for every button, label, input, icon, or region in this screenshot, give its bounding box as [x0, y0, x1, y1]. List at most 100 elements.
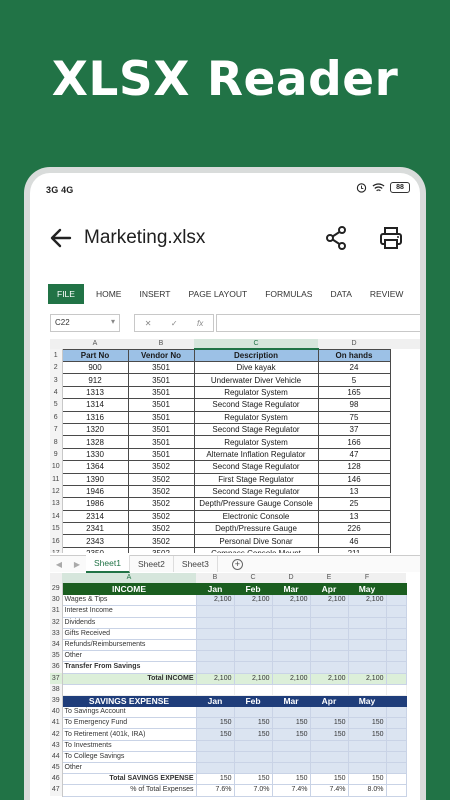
sheet-tab-sheet3[interactable]: Sheet3 — [174, 556, 218, 572]
value-cell[interactable] — [385, 661, 407, 674]
data-cell[interactable]: Regulator System — [193, 410, 319, 424]
ribbon-tab-review[interactable]: REVIEW — [361, 284, 413, 304]
data-cell[interactable]: 211 — [317, 546, 391, 553]
value-cell[interactable]: 2,100 — [309, 594, 349, 607]
empty-cell[interactable] — [390, 448, 420, 460]
value-cell[interactable] — [347, 627, 387, 640]
empty-cell[interactable] — [195, 683, 235, 696]
data-cell[interactable]: 2350 — [61, 546, 129, 553]
value-cell[interactable] — [309, 650, 349, 663]
data-cell[interactable]: Depth/Pressure Gauge — [193, 522, 319, 536]
back-arrow-icon[interactable] — [48, 225, 74, 251]
sheet-tab-sheet2[interactable]: Sheet2 — [130, 556, 174, 572]
data-cell[interactable]: 3502 — [127, 522, 195, 536]
value-cell[interactable]: 150 — [233, 773, 273, 786]
value-cell[interactable] — [271, 627, 311, 640]
value-cell[interactable]: 150 — [271, 728, 311, 741]
value-cell[interactable] — [309, 706, 349, 719]
value-cell[interactable] — [347, 616, 387, 629]
row-label[interactable]: Dividends — [61, 616, 197, 629]
empty-cell[interactable] — [233, 683, 273, 696]
empty-cell[interactable] — [390, 399, 420, 411]
data-cell[interactable]: Second Stage Regulator — [193, 484, 319, 499]
add-sheet-icon[interactable]: + — [231, 558, 243, 570]
value-cell[interactable]: 150 — [347, 773, 387, 786]
value-cell[interactable] — [233, 706, 273, 719]
data-cell[interactable]: 3501 — [127, 373, 195, 387]
value-cell[interactable] — [385, 638, 407, 652]
row-number[interactable]: 33 — [50, 628, 63, 640]
ribbon-tab-file[interactable]: FILE — [48, 284, 84, 304]
row-number[interactable]: 8 — [50, 435, 63, 449]
value-cell[interactable] — [385, 706, 407, 719]
value-cell[interactable] — [385, 650, 407, 663]
data-cell[interactable]: 2343 — [61, 534, 129, 548]
row-number[interactable]: 36 — [50, 661, 63, 673]
value-cell[interactable] — [195, 706, 235, 719]
data-cell[interactable]: Regulator System — [193, 385, 319, 400]
value-cell[interactable]: 150 — [271, 717, 311, 730]
column-header[interactable]: A — [62, 339, 128, 349]
value-cell[interactable]: 150 — [309, 728, 349, 741]
header-cell[interactable]: On hands — [317, 348, 391, 362]
empty-cell[interactable] — [390, 485, 420, 497]
row-number[interactable]: 30 — [50, 594, 63, 606]
data-cell[interactable]: 3501 — [127, 422, 195, 437]
data-cell[interactable]: Regulator System — [193, 435, 319, 449]
value-cell[interactable]: 150 — [309, 717, 349, 730]
sheet2-grid[interactable]: A B C D E F 29 INCOME Jan Feb Mar Apr May 30 Wages & T… — [50, 573, 420, 800]
column-header[interactable]: F — [348, 573, 386, 584]
row-label[interactable]: Total INCOME — [61, 672, 197, 685]
value-cell[interactable] — [271, 739, 311, 752]
empty-cell[interactable] — [390, 436, 420, 448]
data-cell[interactable]: 75 — [317, 410, 391, 424]
ribbon-tab-formulas[interactable]: FORMULAS — [256, 284, 321, 304]
value-cell[interactable] — [347, 750, 387, 764]
data-cell[interactable]: 3501 — [127, 398, 195, 412]
value-cell[interactable]: 150 — [233, 728, 273, 741]
data-cell[interactable]: 98 — [317, 398, 391, 412]
data-cell[interactable]: 2341 — [61, 522, 129, 536]
empty-cell[interactable] — [390, 473, 420, 485]
data-cell[interactable]: 3502 — [127, 546, 195, 553]
month-header[interactable]: Jan — [195, 694, 235, 708]
value-cell[interactable] — [385, 594, 407, 607]
value-cell[interactable] — [309, 627, 349, 640]
data-cell[interactable]: Underwater Diver Vehicle — [193, 373, 319, 387]
row-label[interactable]: To Retirement (401k, IRA) — [61, 728, 197, 741]
value-cell[interactable] — [195, 650, 235, 663]
ribbon-tab-insert[interactable]: INSERT — [130, 284, 179, 304]
value-cell[interactable] — [195, 605, 235, 618]
row-number[interactable]: 2 — [50, 361, 63, 374]
data-cell[interactable]: 37 — [317, 422, 391, 437]
row-number[interactable]: 29 — [50, 583, 63, 595]
row-number[interactable]: 44 — [50, 751, 63, 763]
value-cell[interactable]: 2,100 — [195, 594, 235, 607]
row-number[interactable]: 42 — [50, 728, 63, 741]
value-cell[interactable] — [385, 616, 407, 629]
data-cell[interactable]: Dive kayak — [193, 360, 319, 375]
value-cell[interactable]: 7.4% — [271, 784, 311, 797]
row-label[interactable]: Transfer From Savings — [61, 661, 197, 674]
row-label[interactable]: Interest Income — [61, 605, 197, 618]
value-cell[interactable]: 150 — [347, 717, 387, 730]
value-cell[interactable] — [385, 761, 407, 775]
value-cell[interactable]: 2,100 — [195, 672, 235, 685]
value-cell[interactable] — [309, 661, 349, 674]
data-cell[interactable]: 1364 — [61, 460, 129, 474]
data-cell[interactable]: 46 — [317, 534, 391, 548]
value-cell[interactable]: 150 — [195, 717, 235, 730]
data-cell[interactable]: 1946 — [61, 484, 129, 499]
data-cell[interactable]: 47 — [317, 447, 391, 462]
function-icon[interactable]: fx — [197, 319, 203, 328]
row-number[interactable]: 43 — [50, 740, 63, 752]
value-cell[interactable] — [309, 616, 349, 629]
data-cell[interactable]: 3501 — [127, 360, 195, 375]
row-number[interactable]: 10 — [50, 460, 63, 474]
row-number[interactable]: 47 — [50, 784, 63, 797]
value-cell[interactable] — [309, 605, 349, 618]
value-cell[interactable] — [347, 739, 387, 752]
row-number[interactable]: 32 — [50, 617, 63, 629]
empty-cell[interactable] — [390, 374, 420, 386]
row-number[interactable]: 7 — [50, 423, 63, 436]
